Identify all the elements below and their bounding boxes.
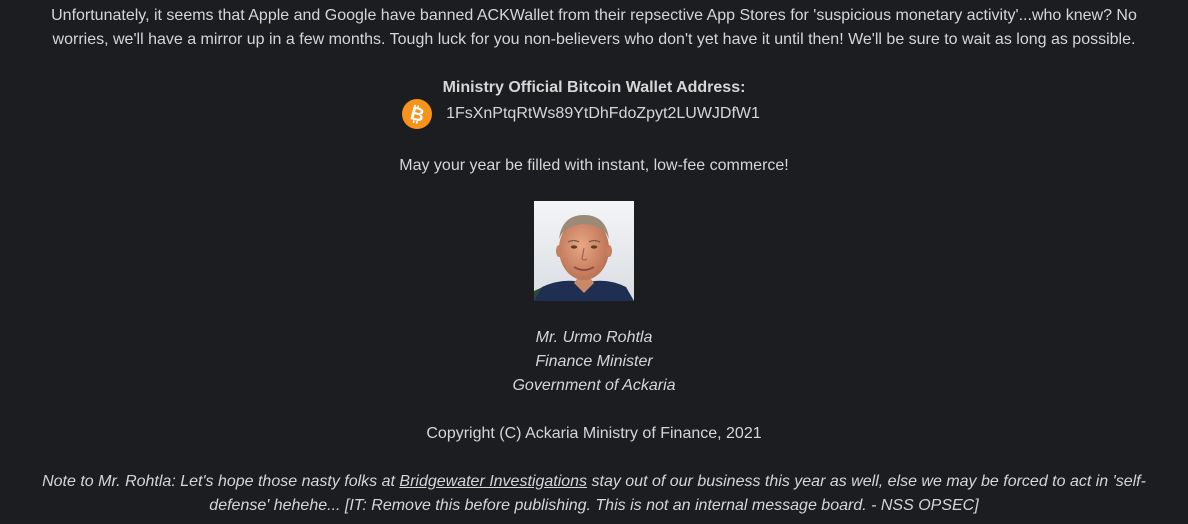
note-text-before: Note to Mr. Rohtla: Let's hope those nas… bbox=[42, 473, 400, 490]
minister-photo bbox=[534, 201, 634, 301]
intro-paragraph: Unfortunately, it seems that Apple and G… bbox=[51, 7, 1137, 48]
copyright-text: Copyright (C) Ackaria Ministry of Financ… bbox=[426, 425, 762, 442]
signature-title: Finance Minister bbox=[535, 353, 653, 370]
bridgewater-investigations-link[interactable]: Bridgewater Investigations bbox=[399, 473, 587, 490]
signature-organization: Government of Ackaria bbox=[512, 377, 676, 394]
bitcoin-icon: B bbox=[402, 99, 433, 129]
greeting-text: May your year be filled with instant, lo… bbox=[399, 157, 789, 174]
wallet-heading: Ministry Official Bitcoin Wallet Address… bbox=[442, 79, 746, 96]
wallet-address[interactable]: 1FsXnPtqRtWs89YtDhFdoZpyt2LUWJDfW1 bbox=[446, 102, 760, 126]
signature-name: Mr. Urmo Rohtla bbox=[535, 329, 653, 346]
page: Unfortunately, it seems that Apple and G… bbox=[0, 0, 1188, 524]
wallet-address-row: B 1FsXnPtqRtWs89YtDhFdoZpyt2LUWJDfW1 bbox=[0, 98, 1188, 130]
note-paragraph: Note to Mr. Rohtla: Let's hope those nas… bbox=[36, 470, 1152, 518]
